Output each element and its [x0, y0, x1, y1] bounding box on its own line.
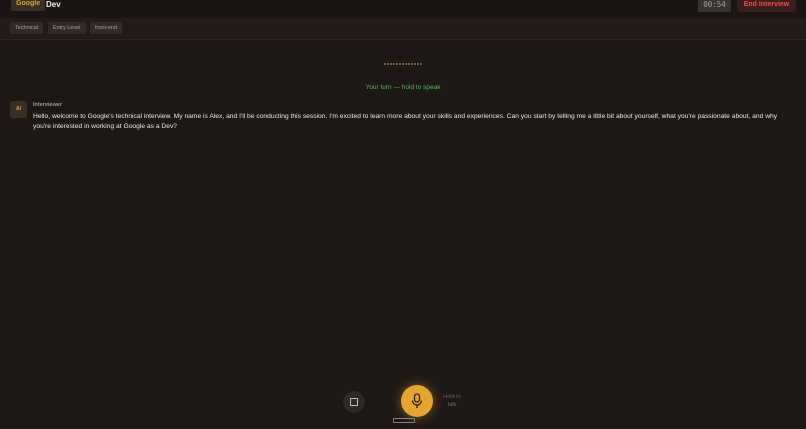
company-badge: Google — [11, 0, 46, 11]
interviewer-message: Hello, welcome to Google's technical int… — [33, 113, 778, 130]
microphone-icon — [411, 393, 423, 408]
stop-button[interactable] — [343, 391, 365, 413]
tag-entry-level: Entry Level — [48, 22, 86, 34]
hint-line-2: talk — [447, 402, 457, 408]
hint-line-1: Hold to — [443, 394, 461, 400]
hold-to-talk-hint: Hold to talk — [442, 393, 462, 409]
square-icon — [350, 398, 358, 406]
tag-bar: Technical Entry Level front-end — [0, 18, 806, 40]
interview-timer: 00:54 — [698, 0, 731, 12]
turn-status: Your turn — hold to speak — [365, 84, 441, 91]
audio-waveform — [384, 63, 422, 67]
speaker-label: Interviewer — [33, 102, 63, 108]
end-interview-button[interactable]: End Interview — [737, 0, 796, 12]
microphone-button[interactable] — [401, 385, 433, 417]
tag-front-end: front-end — [90, 22, 123, 34]
ai-avatar: AI — [10, 101, 27, 118]
top-bar: Google Dev 00:54 End Interview — [0, 0, 806, 18]
tag-technical: Technical — [10, 22, 43, 34]
role-title: Dev — [46, 0, 61, 9]
mic-underline — [393, 418, 415, 423]
